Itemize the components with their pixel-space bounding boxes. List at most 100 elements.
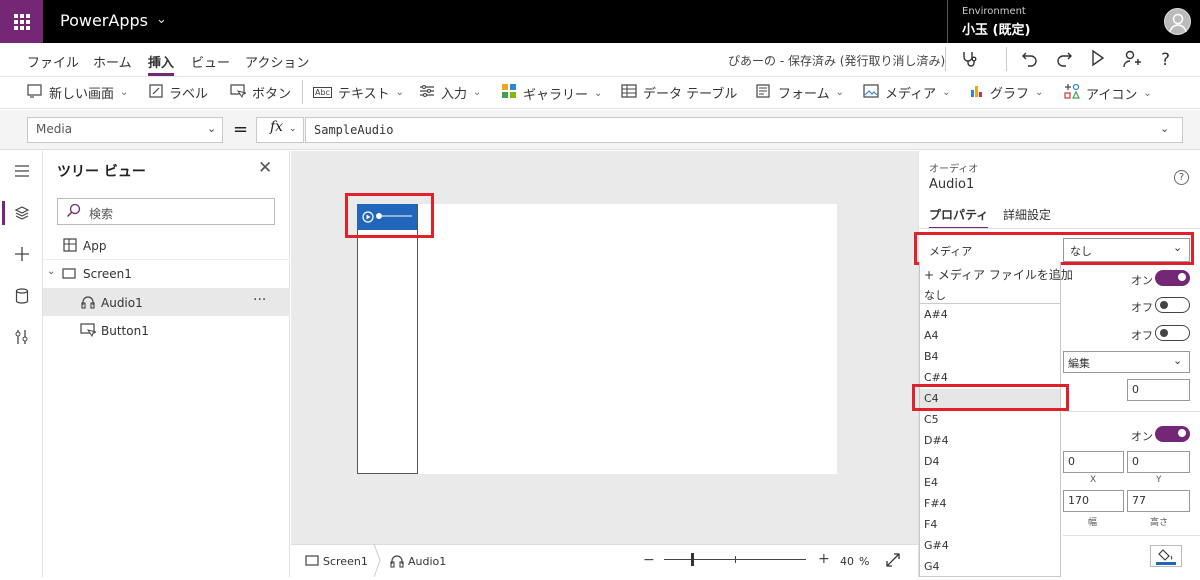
app-screen[interactable] bbox=[418, 204, 837, 474]
controls-state: オフ bbox=[1131, 329, 1153, 342]
dropdown-option[interactable]: D#4 bbox=[924, 434, 949, 447]
dropdown-option[interactable]: F#4 bbox=[924, 497, 947, 510]
height-input[interactable]: 77 bbox=[1127, 490, 1190, 512]
app-name[interactable]: PowerApps bbox=[60, 11, 148, 30]
controls-toggle[interactable] bbox=[1155, 325, 1190, 341]
loop-toggle[interactable] bbox=[1155, 297, 1190, 313]
zoom-out-button[interactable]: − bbox=[643, 552, 655, 568]
search-icon bbox=[66, 203, 82, 223]
breadcrumb-screen1[interactable]: Screen1 bbox=[323, 555, 368, 568]
app-launcher-icon[interactable] bbox=[0, 0, 43, 43]
ribbon-label: フォーム bbox=[778, 87, 830, 102]
share-user-icon[interactable] bbox=[1122, 49, 1142, 69]
chevron-down-icon[interactable]: ⌄ bbox=[156, 12, 167, 27]
text-button[interactable]: Abc テキスト ⌄ bbox=[313, 83, 404, 102]
display-mode-select[interactable]: 編集 bbox=[1063, 351, 1190, 373]
tree-item-app[interactable]: App bbox=[43, 232, 290, 260]
zoom-slider-thumb[interactable] bbox=[691, 553, 694, 566]
label-button[interactable]: ラベル bbox=[149, 83, 208, 102]
chevron-down-icon[interactable]: ⌄ bbox=[47, 266, 55, 277]
dropdown-option[interactable]: G4 bbox=[924, 560, 940, 573]
tree-item-audio1[interactable]: Audio1 ··· bbox=[43, 288, 290, 316]
dropdown-option[interactable]: A4 bbox=[924, 329, 939, 342]
help-icon[interactable]: ? bbox=[1174, 170, 1189, 185]
dropdown-option[interactable]: G#4 bbox=[924, 539, 949, 552]
undo-icon[interactable] bbox=[1021, 49, 1039, 67]
dropdown-option[interactable]: E4 bbox=[924, 476, 938, 489]
highlight-box bbox=[914, 232, 1194, 265]
data-table-button[interactable]: データ テーブル bbox=[621, 83, 737, 102]
add-media-file-option[interactable]: + メディア ファイルを追加 bbox=[924, 266, 1073, 283]
visible-toggle[interactable] bbox=[1155, 426, 1190, 442]
zoom-percent: % bbox=[859, 555, 870, 568]
divider bbox=[920, 303, 1060, 304]
ribbon-label: データ テーブル bbox=[643, 87, 738, 102]
close-icon[interactable]: ✕ bbox=[258, 158, 272, 178]
media-button[interactable]: メディア ⌄ bbox=[863, 83, 950, 102]
width-input[interactable]: 170 bbox=[1063, 490, 1124, 512]
fill-color-button[interactable] bbox=[1150, 545, 1182, 567]
dropdown-option[interactable]: なし bbox=[924, 287, 946, 303]
icons-button[interactable]: アイコン ⌄ bbox=[1064, 83, 1152, 103]
y-input[interactable]: 0 bbox=[1127, 451, 1190, 473]
input-button[interactable]: 入力 ⌄ bbox=[419, 83, 481, 102]
gallery-button[interactable]: ギャラリー ⌄ bbox=[501, 83, 602, 103]
dropdown-option[interactable]: D4 bbox=[924, 455, 939, 468]
chevron-down-icon[interactable]: ⌄ bbox=[207, 122, 216, 135]
control-name[interactable]: Audio1 bbox=[929, 177, 974, 192]
chevron-down-icon: ⌄ bbox=[594, 87, 603, 99]
autoplay-toggle[interactable] bbox=[1155, 270, 1190, 286]
button-button[interactable]: ボタン bbox=[230, 83, 291, 102]
formula-input[interactable]: SampleAudio bbox=[305, 117, 1183, 143]
input-icon bbox=[419, 84, 435, 102]
gallery-icon bbox=[501, 83, 517, 103]
hamburger-icon[interactable] bbox=[0, 156, 43, 186]
border-input[interactable]: 0 bbox=[1127, 379, 1190, 401]
dropdown-option[interactable]: F4 bbox=[924, 518, 937, 531]
plus-icon[interactable] bbox=[0, 239, 43, 269]
menu-view[interactable]: ビュー bbox=[191, 52, 230, 71]
environment-name[interactable]: 小玉 (既定) bbox=[962, 19, 1030, 38]
ribbon-label: ラベル bbox=[169, 87, 209, 102]
play-icon[interactable] bbox=[1090, 49, 1106, 67]
tree-item-screen1[interactable]: ⌄ Screen1 bbox=[43, 260, 290, 288]
vertical-container[interactable] bbox=[357, 204, 418, 474]
tree-item-label: Screen1 bbox=[83, 267, 132, 281]
loop-state: オフ bbox=[1131, 301, 1153, 314]
stethoscope-icon[interactable] bbox=[960, 49, 980, 69]
dropdown-option[interactable]: A#4 bbox=[924, 308, 948, 321]
tree-item-button1[interactable]: Button1 bbox=[43, 316, 290, 344]
tab-advanced[interactable]: 詳細設定 bbox=[1003, 206, 1051, 223]
menu-home[interactable]: ホーム bbox=[93, 52, 132, 71]
new-screen-button[interactable]: 新しい画面 ⌄ bbox=[27, 83, 128, 102]
height-label: 高さ bbox=[1150, 518, 1169, 528]
form-icon bbox=[756, 83, 772, 102]
fit-to-window-icon[interactable] bbox=[886, 553, 900, 570]
chevron-down-icon[interactable]: ⌄ bbox=[1160, 122, 1169, 135]
zoom-in-button[interactable]: + bbox=[818, 551, 830, 567]
property-select[interactable]: Media bbox=[27, 117, 223, 143]
avatar[interactable] bbox=[1164, 8, 1191, 35]
database-icon[interactable] bbox=[0, 281, 43, 311]
menu-action[interactable]: アクション bbox=[245, 52, 309, 71]
breadcrumb-audio1[interactable]: Audio1 bbox=[408, 555, 446, 568]
chevron-down-icon[interactable]: ⌄ bbox=[1173, 354, 1182, 367]
more-options-icon[interactable]: ··· bbox=[253, 292, 266, 308]
tab-properties[interactable]: プロパティ bbox=[929, 206, 989, 229]
x-input[interactable]: 0 bbox=[1063, 451, 1124, 473]
dropdown-option[interactable]: C#4 bbox=[924, 371, 948, 384]
environment-label: Environment bbox=[962, 6, 1026, 17]
tools-icon[interactable] bbox=[0, 322, 43, 352]
redo-icon[interactable] bbox=[1055, 49, 1073, 67]
chart-button[interactable]: グラフ ⌄ bbox=[970, 83, 1043, 102]
layers-icon[interactable] bbox=[0, 198, 43, 228]
dropdown-option[interactable]: B4 bbox=[924, 350, 939, 363]
divider bbox=[919, 228, 1200, 229]
menu-insert[interactable]: 挿入 bbox=[148, 52, 175, 76]
divider bbox=[1063, 411, 1200, 412]
menu-file[interactable]: ファイル bbox=[27, 52, 79, 71]
ribbon-label: 新しい画面 bbox=[49, 87, 115, 102]
dropdown-option[interactable]: C5 bbox=[924, 413, 939, 426]
form-button[interactable]: フォーム ⌄ bbox=[756, 83, 844, 102]
help-icon[interactable]: ? bbox=[1161, 50, 1170, 70]
